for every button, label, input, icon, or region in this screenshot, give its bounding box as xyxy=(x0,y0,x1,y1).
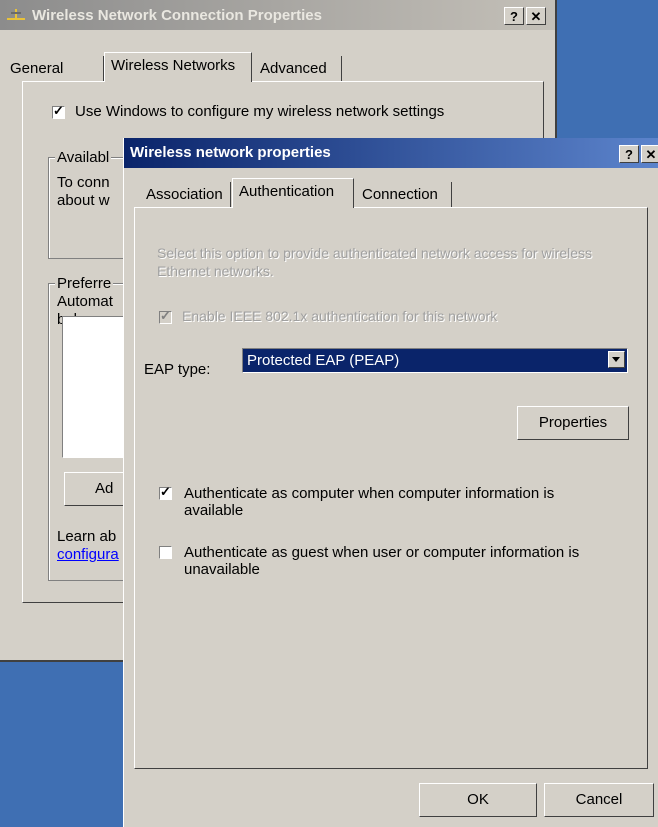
configure-link[interactable]: configura xyxy=(57,546,119,563)
learn-about-text: Learn ab xyxy=(57,528,117,545)
auth-description: Select this option to provide authentica… xyxy=(157,245,593,279)
available-group-title: Availabl xyxy=(55,149,112,166)
preferred-text-line1: Automat xyxy=(57,293,113,310)
auth-as-guest-checkbox[interactable] xyxy=(159,546,172,559)
tab-wireless-networks[interactable]: Wireless Networks xyxy=(104,52,252,82)
use-windows-checkbox[interactable]: ✓ xyxy=(52,103,65,119)
cancel-button[interactable]: Cancel xyxy=(544,783,654,817)
tab-general[interactable]: General xyxy=(4,56,104,82)
add-network-button[interactable]: Ad xyxy=(64,472,128,506)
chevron-down-icon[interactable] xyxy=(608,351,625,368)
auth-as-computer-label-line2: available xyxy=(184,502,244,519)
eap-type-value: Protected EAP (PEAP) xyxy=(247,352,400,369)
back-title-bar[interactable]: Wireless Network Connection Properties ?… xyxy=(0,0,555,30)
tab-advanced[interactable]: Advanced xyxy=(254,56,342,82)
use-windows-label: Use Windows to configure my wireless net… xyxy=(75,103,445,120)
front-help-button[interactable]: ? xyxy=(619,145,639,163)
preferred-group-title: Preferre xyxy=(55,275,114,292)
front-close-button[interactable]: ✕ xyxy=(641,145,658,163)
ok-button[interactable]: OK xyxy=(419,783,537,817)
auth-as-guest-label-line2: unavailable xyxy=(184,561,260,578)
tab-connection[interactable]: Connection xyxy=(356,182,452,208)
available-text-line1: To conn xyxy=(57,174,110,191)
tab-authentication[interactable]: Authentication xyxy=(232,178,354,208)
back-help-button[interactable]: ? xyxy=(504,7,524,25)
properties-button[interactable]: Properties xyxy=(517,406,629,440)
network-connection-icon xyxy=(7,9,25,20)
wireless-network-properties-window: Wireless network properties ? ✕ Associat… xyxy=(123,138,658,827)
available-text-line2: about w xyxy=(57,192,110,209)
enable-8021x-label: Enable IEEE 802.1x authentication for th… xyxy=(182,308,498,324)
eap-type-dropdown[interactable]: Protected EAP (PEAP) xyxy=(242,348,628,373)
front-title-bar[interactable]: Wireless network properties ? ✕ xyxy=(124,138,658,168)
enable-8021x-checkbox[interactable]: ✓ xyxy=(159,308,172,324)
preferred-networks-list[interactable] xyxy=(62,316,128,458)
back-close-button[interactable]: ✕ xyxy=(526,7,546,25)
front-window-title: Wireless network properties xyxy=(130,144,331,161)
auth-as-computer-label-line1: Authenticate as computer when computer i… xyxy=(184,485,555,502)
eap-type-label: EAP type: xyxy=(144,361,211,378)
back-window-title: Wireless Network Connection Properties xyxy=(32,7,322,24)
auth-as-guest-label-line1: Authenticate as guest when user or compu… xyxy=(184,544,580,561)
auth-as-computer-checkbox[interactable]: ✓ xyxy=(159,484,172,500)
tab-association[interactable]: Association xyxy=(140,182,231,208)
